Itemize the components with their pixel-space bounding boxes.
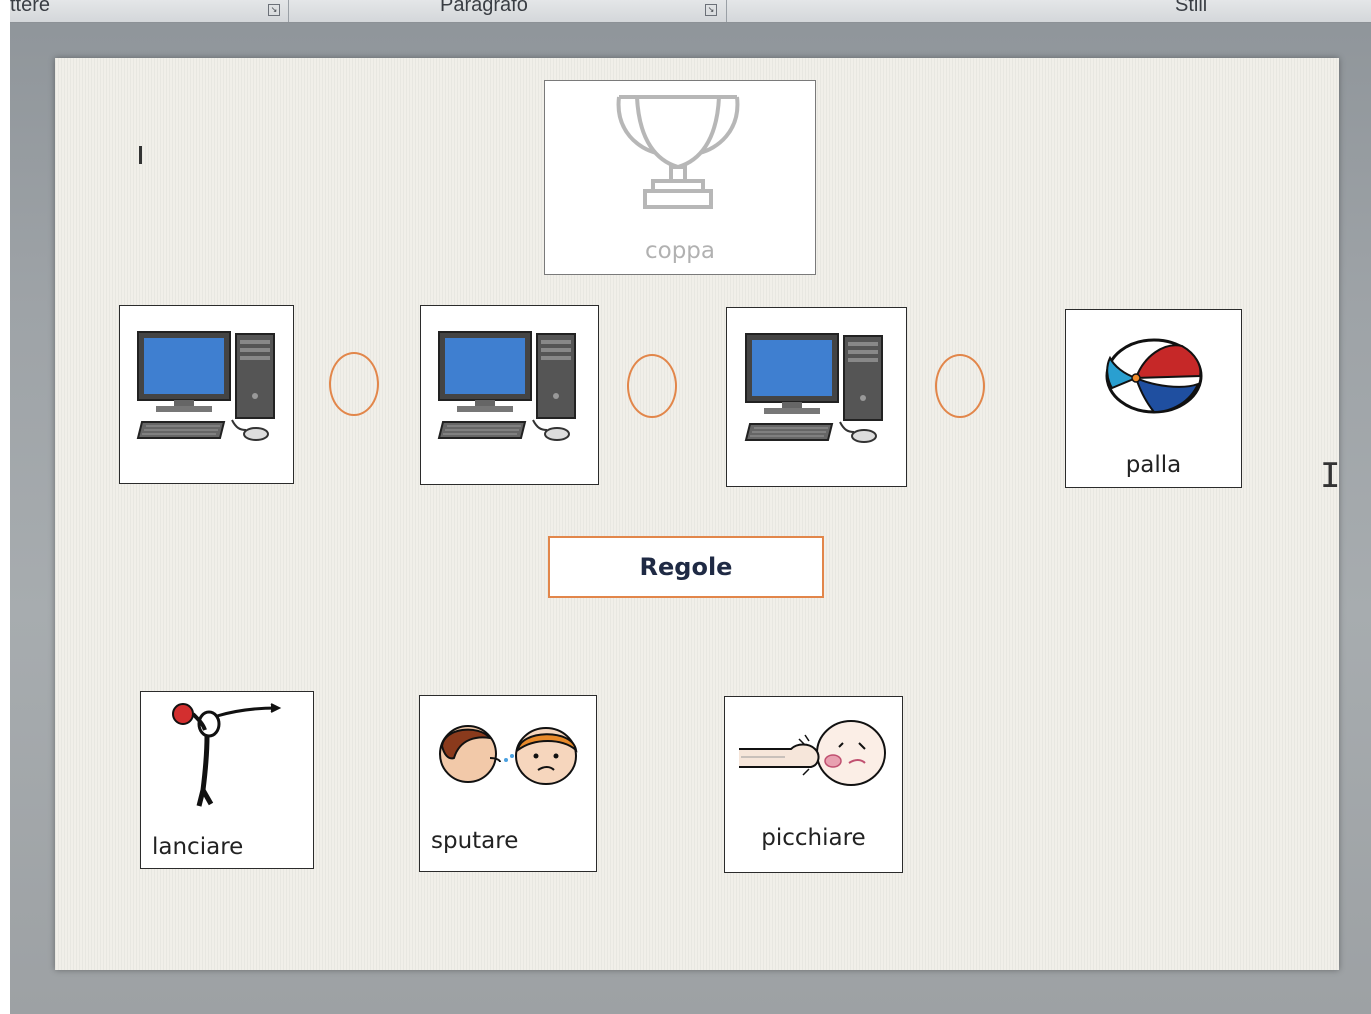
ribbon-divider: [288, 0, 289, 22]
ball-card-label: palla: [1125, 452, 1182, 478]
ibeam-cursor-icon: I: [1320, 456, 1341, 496]
font-dialog-launcher-icon[interactable]: ↘: [268, 4, 280, 16]
ribbon-divider: [726, 0, 727, 22]
punched-face-icon: [739, 719, 889, 789]
computer-icon: [136, 330, 276, 450]
connector-ring: [627, 354, 677, 418]
action-card-spit-label: sputare: [431, 828, 519, 854]
beach-ball-icon: [1104, 336, 1204, 416]
computer-icon: [744, 332, 884, 452]
ribbon-group-paragraph-label: Paragrafo: [440, 0, 528, 16]
ribbon-group-font-label: ttere: [10, 0, 51, 16]
computer-icon: [437, 330, 577, 450]
document-page[interactable]: coppa palla Regole lanciare sputare picc…: [55, 58, 1341, 970]
ribbon-group-styles-label: Stili: [1175, 0, 1208, 16]
rules-heading-box[interactable]: Regole: [548, 536, 824, 598]
rules-heading-label: Regole: [639, 553, 733, 581]
paragraph-dialog-launcher-icon[interactable]: ↘: [705, 4, 717, 16]
action-card-hit[interactable]: picchiare: [724, 696, 903, 873]
action-card-throw-label: lanciare: [152, 834, 244, 860]
throwing-person-icon: [167, 700, 287, 812]
screen: ttere ↘ Paragrafo ↘ Stili coppa palla Re…: [0, 0, 1371, 1014]
connector-ring: [329, 352, 379, 416]
text-caret: [139, 146, 142, 164]
trophy-card[interactable]: coppa: [544, 80, 816, 275]
connector-ring: [935, 354, 985, 418]
computer-card[interactable]: [119, 305, 294, 484]
trophy-card-label: coppa: [644, 238, 715, 264]
trophy-icon: [611, 91, 745, 211]
spitting-faces-icon: [434, 724, 580, 788]
computer-card[interactable]: [420, 305, 599, 485]
ribbon-group-labels: ttere ↘ Paragrafo ↘ Stili: [10, 0, 1371, 23]
computer-card[interactable]: [726, 307, 907, 487]
action-card-spit[interactable]: sputare: [419, 695, 597, 872]
ball-card[interactable]: palla: [1065, 309, 1242, 488]
action-card-throw[interactable]: lanciare: [140, 691, 314, 869]
action-card-hit-label: picchiare: [761, 825, 866, 851]
